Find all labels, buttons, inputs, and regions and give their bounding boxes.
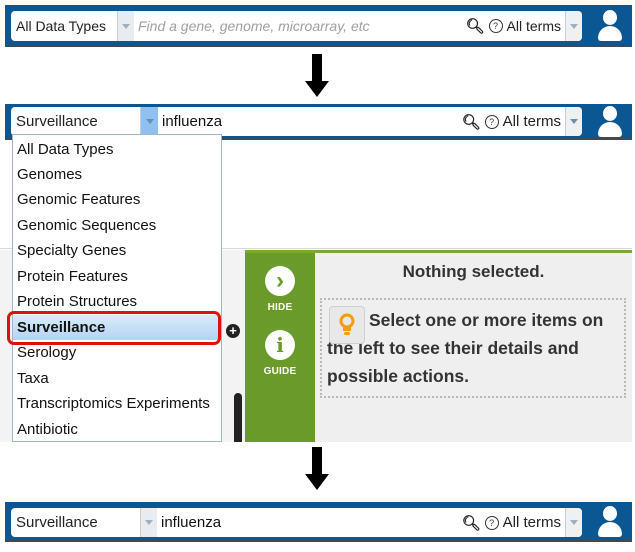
dropdown-option[interactable]: Genomic Features — [17, 187, 140, 212]
dropdown-option[interactable]: Antibiotic — [17, 417, 78, 441]
terms-dropdown-button[interactable] — [565, 11, 582, 41]
chevron-down-icon — [570, 119, 578, 124]
dropdown-option[interactable]: Transcriptomics Experiments — [17, 391, 210, 416]
user-icon[interactable] — [598, 10, 622, 42]
dropdown-option[interactable]: Genomic Sequences — [17, 213, 156, 238]
terms-select[interactable]: All terms — [503, 113, 565, 130]
user-icon[interactable] — [598, 506, 622, 538]
search-bar-initial: All Data Types Find a gene, genome, micr… — [5, 5, 632, 47]
dropdown-option[interactable]: Specialty Genes — [17, 238, 126, 263]
scrollbar[interactable] — [234, 393, 242, 442]
help-icon[interactable]: ? — [488, 19, 503, 33]
dropdown-option[interactable]: All Data Types — [17, 137, 113, 162]
dropdown-option[interactable]: Protein Features — [17, 264, 128, 289]
down-arrow-icon — [305, 447, 329, 491]
chevron-down-icon — [570, 520, 578, 525]
hide-button[interactable]: › HIDE — [245, 266, 315, 313]
terms-dropdown-button[interactable] — [565, 508, 582, 537]
help-icon[interactable]: ? — [484, 515, 499, 530]
search-input[interactable]: Find a gene, genome, microarray, etc — [134, 18, 466, 34]
dropdown-option[interactable]: Genomes — [17, 162, 82, 187]
terms-select[interactable]: All terms — [507, 18, 565, 34]
add-icon[interactable]: + — [226, 324, 240, 338]
chevron-down-icon — [570, 23, 578, 29]
hide-label: HIDE — [267, 302, 293, 313]
data-type-dropdown-list: All Data Types Genomes Genomic Features … — [12, 134, 222, 442]
user-icon[interactable] — [598, 106, 622, 138]
down-arrow-icon — [305, 54, 329, 98]
data-type-dropdown-button[interactable] — [140, 508, 157, 537]
info-icon: i — [265, 330, 295, 360]
search-icon[interactable]: 🔍︎ — [462, 113, 481, 131]
nothing-selected-title: Nothing selected. — [402, 262, 545, 281]
hint-text: Select one or more items on the left to … — [327, 310, 604, 386]
data-type-dropdown-button[interactable] — [140, 107, 158, 136]
terms-dropdown-button[interactable] — [565, 107, 582, 136]
hint-box: Select one or more items on the left to … — [320, 298, 626, 398]
search-icon[interactable]: 🔍︎ — [466, 17, 485, 35]
side-toolbar: › HIDE i GUIDE — [245, 250, 315, 442]
global-search: Surveillance influenza 🔍︎ ? All terms — [11, 107, 582, 136]
global-search: All Data Types Find a gene, genome, micr… — [11, 11, 582, 41]
search-input[interactable]: influenza — [157, 514, 462, 531]
selection-highlight — [7, 311, 221, 345]
search-icon[interactable]: 🔍︎ — [462, 514, 481, 532]
data-type-select[interactable]: Surveillance — [11, 514, 140, 531]
chevron-right-icon: › — [265, 266, 295, 296]
data-type-select[interactable]: All Data Types — [11, 18, 117, 34]
search-bar-final: Surveillance influenza 🔍︎ ? All terms — [5, 502, 632, 542]
chevron-down-icon — [145, 119, 154, 124]
chevron-down-icon — [122, 23, 130, 29]
search-input[interactable]: influenza — [158, 113, 462, 130]
chevron-down-icon — [145, 520, 153, 525]
guide-label: GUIDE — [263, 366, 297, 377]
data-type-select[interactable]: Surveillance — [11, 113, 140, 130]
guide-button[interactable]: i GUIDE — [245, 330, 315, 377]
details-panel: Nothing selected. Select one or more ite… — [315, 250, 632, 442]
terms-select[interactable]: All terms — [503, 514, 565, 531]
lightbulb-icon — [329, 306, 365, 344]
global-search: Surveillance influenza 🔍︎ ? All terms — [11, 508, 582, 537]
dropdown-option[interactable]: Taxa — [17, 366, 49, 391]
help-icon[interactable]: ? — [484, 114, 499, 129]
data-type-dropdown-button[interactable] — [117, 11, 134, 41]
